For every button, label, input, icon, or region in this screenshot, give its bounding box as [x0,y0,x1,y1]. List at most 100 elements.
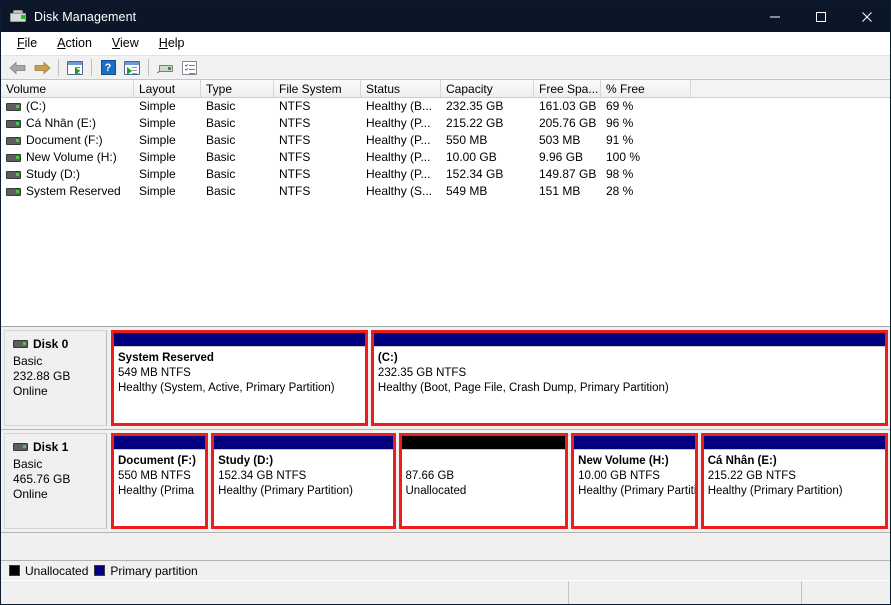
partition-details: Study (D:) 152.34 GB NTFS Healthy (Primary… [214,450,393,526]
cell-capacity: 10.00 GB [446,150,497,164]
partition-box[interactable]: Study (D:) 152.34 GB NTFS Healthy (Primary… [211,433,396,529]
maximize-icon[interactable] [798,1,844,32]
show-hide-console-tree-icon[interactable] [63,57,87,79]
partition-box[interactable]: (C:) 232.35 GB NTFS Healthy (Boot, Page Fi… [370,330,888,426]
column-header-type[interactable]: Type [201,80,274,97]
partition-status: Healthy (Primary Partition) [707,485,843,497]
cell-type: Basic [206,116,236,130]
menu-item-action[interactable]: Action [47,34,102,52]
column-header-layout[interactable]: Layout [134,80,201,97]
cell-layout: Simple [139,184,176,198]
legend-item: Unallocated [9,564,88,578]
cell-layout: Simple [139,133,176,147]
volume-label: (C:) [26,99,46,113]
status-pane-3 [802,581,890,604]
partition-size: 215.22 GB NTFS [707,470,796,482]
menu-item-view[interactable]: View [102,34,149,52]
column-header-file-system[interactable]: File System [274,80,361,97]
disk-management-icon [10,9,26,25]
disk-management-window: Disk Management File Action View Help ? … [0,0,891,605]
cell-layout: Simple [139,150,176,164]
table-row[interactable]: (C:) Simple Basic NTFS Healthy (B... 232.35 G… [1,98,890,115]
partition-color-bar [114,333,365,347]
partition-box[interactable]: 87.66 GB Unallocated [398,433,569,529]
table-row[interactable]: Study (D:) Simple Basic NTFS Healthy (P... 15… [1,166,890,183]
disk-row-disk-1: Disk 1 Basic 465.76 GB Online Document (F:) 5… [1,430,890,533]
back-icon[interactable] [6,57,30,79]
cell-type: Basic [206,99,236,113]
title-bar: Disk Management [1,1,890,32]
menu-accel-key: A [57,36,66,50]
table-row[interactable]: Document (F:) Simple Basic NTFS Healthy (P..… [1,132,890,149]
partition-color-bar [373,333,885,347]
disk-size: 232.88 GB [13,369,71,383]
legend-label: Primary partition [110,563,198,578]
partition-box[interactable]: Cá Nhân (E:) 215.22 GB NTFS Healthy (Prima… [700,433,888,529]
disk-name: Disk 1 [33,440,69,454]
disk-info-panel[interactable]: Disk 0 Basic 232.88 GB Online [4,330,107,426]
drive-icon [13,340,28,348]
disk-size: 465.76 GB [13,472,71,486]
column-header-volume[interactable]: Volume [1,80,134,97]
disk-type: Basic [13,354,43,368]
cell-capacity: 152.34 GB [446,167,504,181]
legend-label: Unallocated [25,563,89,578]
partition-status: Healthy (Boot, Page File, Crash Dump, Pr… [377,382,669,394]
cell-percent-free: 98 % [606,167,634,181]
disk-info-panel[interactable]: Disk 1 Basic 465.76 GB Online [4,433,107,529]
show-hide-action-pane-icon[interactable] [120,57,144,79]
forward-icon[interactable] [30,57,54,79]
cell-volume: Cá Nhân (E:) [1,115,134,132]
partition-details: System Reserved 549 MB NTFS Healthy (Syste… [114,347,365,423]
partition-name: (C:) [377,352,398,364]
disk-type: Basic [13,457,43,471]
partition-strip: Document (F:) 550 MB NTFS Healthy (Prima St… [107,433,888,529]
toolbar: ? [1,55,890,80]
volume-list-pane: Volume Layout Type File System Status Capacit… [1,80,890,327]
volume-label: System Reserved [26,184,121,198]
cell-free-space: 205.76 GB [539,116,597,130]
properties-icon[interactable] [177,57,201,79]
graphical-disk-pane: Disk 0 Basic 232.88 GB Online System Reserve… [1,327,890,560]
column-header-free-spa[interactable]: Free Spa... [534,80,601,97]
menu-item-help[interactable]: Help [149,34,195,52]
partition-size: 550 MB NTFS [118,470,191,482]
partition-box[interactable]: New Volume (H:) 10.00 GB NTFS Healthy (Pri… [571,433,698,529]
cell-status: Healthy (P... [366,133,431,147]
cell-free-space: 161.03 GB [539,99,597,113]
partition-status: Healthy (System, Active, Primary Partiti… [118,382,335,394]
partition-box[interactable]: System Reserved 549 MB NTFS Healthy (Syste… [111,330,368,426]
column-header-capacity[interactable]: Capacity [441,80,534,97]
legend-item: Primary partition [94,563,198,578]
table-row[interactable]: Cá Nhân (E:) Simple Basic NTFS Healthy (P...… [1,115,890,132]
window-controls [752,1,890,32]
partition-size: 232.35 GB NTFS [377,367,467,379]
menu-item-file[interactable]: File [7,34,47,52]
disk-row-disk-0: Disk 0 Basic 232.88 GB Online System Reserve… [1,327,890,430]
table-row[interactable]: System Reserved Simple Basic NTFS Healthy (S… [1,183,890,200]
minimize-icon[interactable] [752,1,798,32]
legend-swatch [9,565,20,576]
partition-name: Study (D:) [218,455,274,467]
drive-icon [13,443,28,451]
partition-box[interactable]: Document (F:) 550 MB NTFS Healthy (Prima [111,433,209,529]
cell-file-system: NTFS [279,99,311,113]
rescan-disks-icon[interactable] [153,57,177,79]
table-row[interactable]: New Volume (H:) Simple Basic NTFS Healthy (P… [1,149,890,166]
cell-capacity: 215.22 GB [446,116,504,130]
window-title: Disk Management [34,9,137,24]
close-icon[interactable] [844,1,890,32]
column-header-status[interactable]: Status [361,80,441,97]
cell-file-system: NTFS [279,150,311,164]
cell-type: Basic [206,150,236,164]
partition-status: Healthy (Primary Partition) [218,485,353,497]
partition-strip: System Reserved 549 MB NTFS Healthy (Syste… [107,330,888,426]
cell-file-system: NTFS [279,167,311,181]
cell-type: Basic [206,133,236,147]
column-header-free[interactable]: % Free [601,80,691,97]
cell-layout: Simple [139,167,176,181]
disk-state: Online [13,487,48,501]
partition-name: New Volume (H:) [578,455,669,467]
help-icon[interactable]: ? [96,57,120,79]
partition-color-bar [114,436,206,450]
